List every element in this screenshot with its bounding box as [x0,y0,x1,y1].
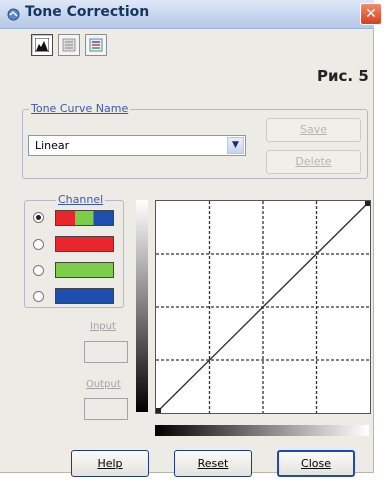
save-curve-label: Save [299,123,327,136]
output-label: Output [86,379,121,390]
tone-sliders-tool-button[interactable] [85,34,107,56]
help-button-label: Help [97,457,123,470]
radio-selected-dot [36,215,41,220]
app-icon [7,8,20,21]
tone-curve-canvas[interactable] [155,200,371,414]
title-bar[interactable]: Tone Correction ✕ [0,0,382,29]
figure-label: Рис. 5 [317,67,369,85]
document-tool-button[interactable] [58,34,80,56]
tone-curve-select[interactable]: Linear ▼ [28,135,246,156]
curve-point-end[interactable] [365,201,370,206]
channel-swatch-rgb[interactable] [55,210,114,226]
channel-swatch-green[interactable] [55,262,114,278]
channel-label: Channel [56,193,106,206]
save-curve-button[interactable]: Save [266,118,361,142]
close-window-button[interactable]: ✕ [360,3,382,25]
input-label: Input [90,321,116,332]
tone-curve-name-label: Tone Curve Name [29,102,131,115]
close-icon: ✕ [365,6,377,22]
delete-curve-button[interactable]: Delete [266,150,361,174]
close-button-label: Close [301,457,331,470]
curve-point-start[interactable] [156,408,161,413]
chevron-down-icon[interactable]: ▼ [227,137,244,154]
close-button[interactable]: Close [277,450,355,477]
tone-curve-editor[interactable] [155,200,371,414]
help-button[interactable]: Help [71,450,149,477]
tone-curve-value: Linear [35,139,70,152]
tone-correction-dialog: Tone Correction ✕ Рис. 5 Tone Curve Name [0,0,382,477]
input-gradient-bar [155,425,369,436]
tone-sliders-icon [89,38,103,52]
document-icon [62,38,76,52]
channel-radio-red[interactable] [33,239,44,250]
output-field[interactable] [84,398,128,420]
channel-swatch-red[interactable] [55,236,114,252]
histogram-tool-button[interactable] [31,34,53,56]
channel-swatch-blue[interactable] [55,288,114,304]
delete-curve-label: Delete [295,155,332,168]
histogram-icon [35,38,49,52]
input-field[interactable] [84,341,128,363]
channel-radio-blue[interactable] [33,291,44,302]
channel-radio-rgb[interactable] [33,212,44,223]
channel-radio-green[interactable] [33,265,44,276]
output-gradient-bar [136,200,148,412]
reset-button[interactable]: Reset [174,450,252,477]
reset-button-label: Reset [197,457,229,470]
dialog-title: Tone Correction [25,4,150,20]
